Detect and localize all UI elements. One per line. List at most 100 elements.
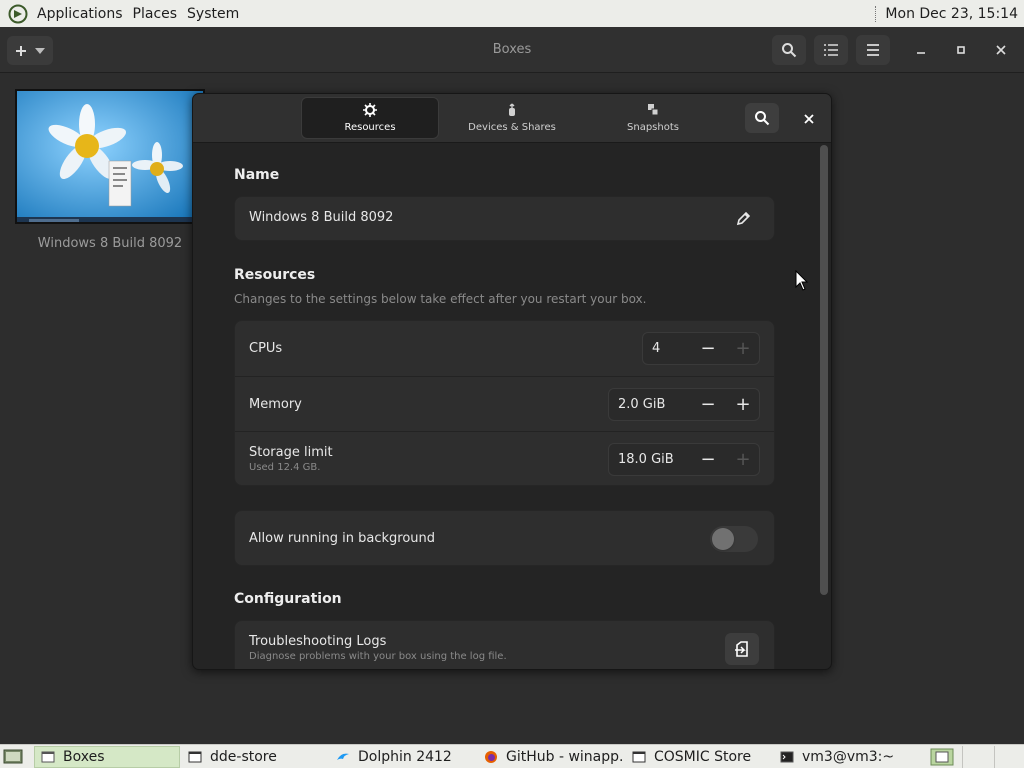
dialog-content[interactable]: Name Windows 8 Build 8092 Resources Chan… [193, 144, 831, 669]
taskbar-item-dde-store[interactable]: dde-store [182, 746, 328, 768]
header-bar: Boxes [0, 27, 1024, 73]
minimize-button[interactable] [910, 39, 932, 61]
background-toggle[interactable] [710, 526, 758, 552]
close-window-button[interactable] [990, 39, 1012, 61]
usb-icon [509, 103, 515, 116]
workspace-1[interactable] [926, 746, 960, 768]
open-logs-button[interactable] [725, 633, 759, 665]
dolphin-icon [337, 753, 349, 760]
workspace-2[interactable] [962, 746, 992, 768]
show-desktop-icon [3, 749, 23, 764]
taskbar-item-terminal[interactable]: vm3@vm3:~ [774, 746, 920, 768]
memory-row: Memory 2.0 GiB − + [235, 376, 774, 431]
search-icon [755, 111, 770, 126]
main-menu-button[interactable] [856, 35, 890, 65]
box-thumbnail[interactable] [15, 89, 205, 224]
document-open-icon [735, 641, 748, 657]
tab-snapshots[interactable]: Snapshots [584, 97, 722, 139]
dialog-scrollbar[interactable] [820, 145, 828, 595]
show-desktop-button[interactable] [0, 746, 28, 768]
snapshots-icon [648, 104, 659, 116]
places-menu[interactable]: Places [128, 6, 183, 22]
configuration-section-title: Configuration [234, 591, 342, 607]
dialog-header: Resources Devices & Shares Snapshots [193, 94, 831, 143]
taskbar-item-firefox[interactable]: GitHub - winapp... [478, 746, 624, 768]
taskbar-item-label: GitHub - winapp... [506, 749, 624, 765]
memory-value[interactable]: 2.0 GiB [618, 397, 665, 412]
logs-card: Troubleshooting Logs Diagnose problems w… [234, 620, 775, 669]
close-icon [996, 45, 1006, 55]
terminal-icon [780, 751, 794, 763]
toggle-knob [712, 528, 734, 550]
maximize-icon [957, 46, 965, 54]
logs-subtitle: Diagnose problems with your box using th… [249, 651, 507, 662]
taskbar-item-label: dde-store [210, 749, 277, 765]
clock[interactable]: Mon Dec 23, 15:14 [885, 6, 1018, 22]
window-icon [188, 751, 202, 763]
tab-resources[interactable]: Resources [301, 97, 439, 139]
system-menu[interactable]: System [182, 6, 244, 22]
name-card: Windows 8 Build 8092 [234, 196, 775, 241]
storage-row: Storage limit Used 12.4 GB. 18.0 GiB − + [235, 431, 774, 486]
storage-value[interactable]: 18.0 GiB [618, 452, 674, 467]
search-button[interactable] [772, 35, 806, 65]
search-icon [782, 43, 797, 58]
top-panel: Applications Places System Mon Dec 23, 1… [0, 0, 1024, 27]
tab-devices-shares-label: Devices & Shares [468, 122, 556, 133]
dialog-close-button[interactable] [798, 108, 820, 130]
cpus-decrease-button[interactable]: − [691, 333, 725, 364]
storage-used-label: Used 12.4 GB. [249, 462, 321, 473]
resources-section-title: Resources [234, 267, 316, 283]
box-name-label[interactable]: Windows 8 Build 8092 [15, 236, 205, 251]
tab-devices-shares[interactable]: Devices & Shares [443, 97, 581, 139]
firefox-icon [485, 751, 497, 763]
memory-increase-button[interactable]: + [726, 389, 760, 420]
storage-decrease-button[interactable]: − [691, 444, 725, 475]
taskbar-item-label: vm3@vm3:~ [802, 749, 895, 765]
taskbar-item-label: COSMIC Store [654, 749, 752, 765]
box-preferences-dialog: Resources Devices & Shares Snapshots Nam… [192, 93, 832, 670]
taskbar-item-label: Dolphin 2412 [358, 749, 452, 765]
logs-title: Troubleshooting Logs [249, 634, 387, 649]
tab-snapshots-label: Snapshots [627, 122, 679, 133]
workspace-icon [930, 748, 954, 766]
panel-separator [875, 5, 877, 22]
cpus-label: CPUs [249, 341, 283, 356]
cpus-value[interactable]: 4 [652, 341, 660, 356]
gear-icon [363, 103, 377, 117]
name-section-title: Name [234, 167, 280, 183]
resources-section-subtitle: Changes to the settings below take effec… [234, 292, 647, 306]
list-view-icon [824, 44, 838, 56]
storage-label: Storage limit [249, 445, 333, 460]
window-icon [632, 751, 646, 763]
mouse-cursor-icon [795, 270, 809, 291]
background-label: Allow running in background [249, 531, 436, 546]
memory-label: Memory [249, 397, 302, 412]
background-card: Allow running in background [234, 510, 775, 566]
memory-decrease-button[interactable]: − [691, 389, 725, 420]
cpus-row: CPUs 4 − + [235, 321, 774, 376]
window-icon [41, 751, 55, 763]
pencil-icon [736, 212, 750, 226]
cpus-stepper[interactable]: 4 − + [642, 332, 760, 365]
memory-stepper[interactable]: 2.0 GiB − + [608, 388, 760, 421]
list-view-button[interactable] [814, 35, 848, 65]
workspace-3[interactable] [994, 746, 1024, 768]
maximize-button[interactable] [950, 39, 972, 61]
taskbar-item-boxes[interactable]: Boxes [34, 746, 180, 768]
dialog-search-button[interactable] [745, 103, 779, 133]
taskbar: Boxes dde-store Dolphin 2412 GitHub - wi… [0, 744, 1024, 768]
taskbar-item-cosmic-store[interactable]: COSMIC Store [626, 746, 772, 768]
edit-name-button[interactable] [726, 205, 760, 233]
resources-card: CPUs 4 − + Memory 2.0 GiB − + Storage li… [234, 320, 775, 486]
menu-icon [867, 44, 879, 56]
storage-stepper[interactable]: 18.0 GiB − + [608, 443, 760, 476]
box-name-value[interactable]: Windows 8 Build 8092 [249, 210, 393, 225]
taskbar-item-label: Boxes [63, 749, 105, 765]
applications-menu[interactable]: Applications [32, 6, 128, 22]
taskbar-item-dolphin[interactable]: Dolphin 2412 [330, 746, 476, 768]
minimize-icon [917, 52, 925, 54]
storage-increase-button: + [735, 449, 751, 470]
distro-logo-icon[interactable] [8, 4, 28, 24]
close-icon [804, 114, 814, 124]
